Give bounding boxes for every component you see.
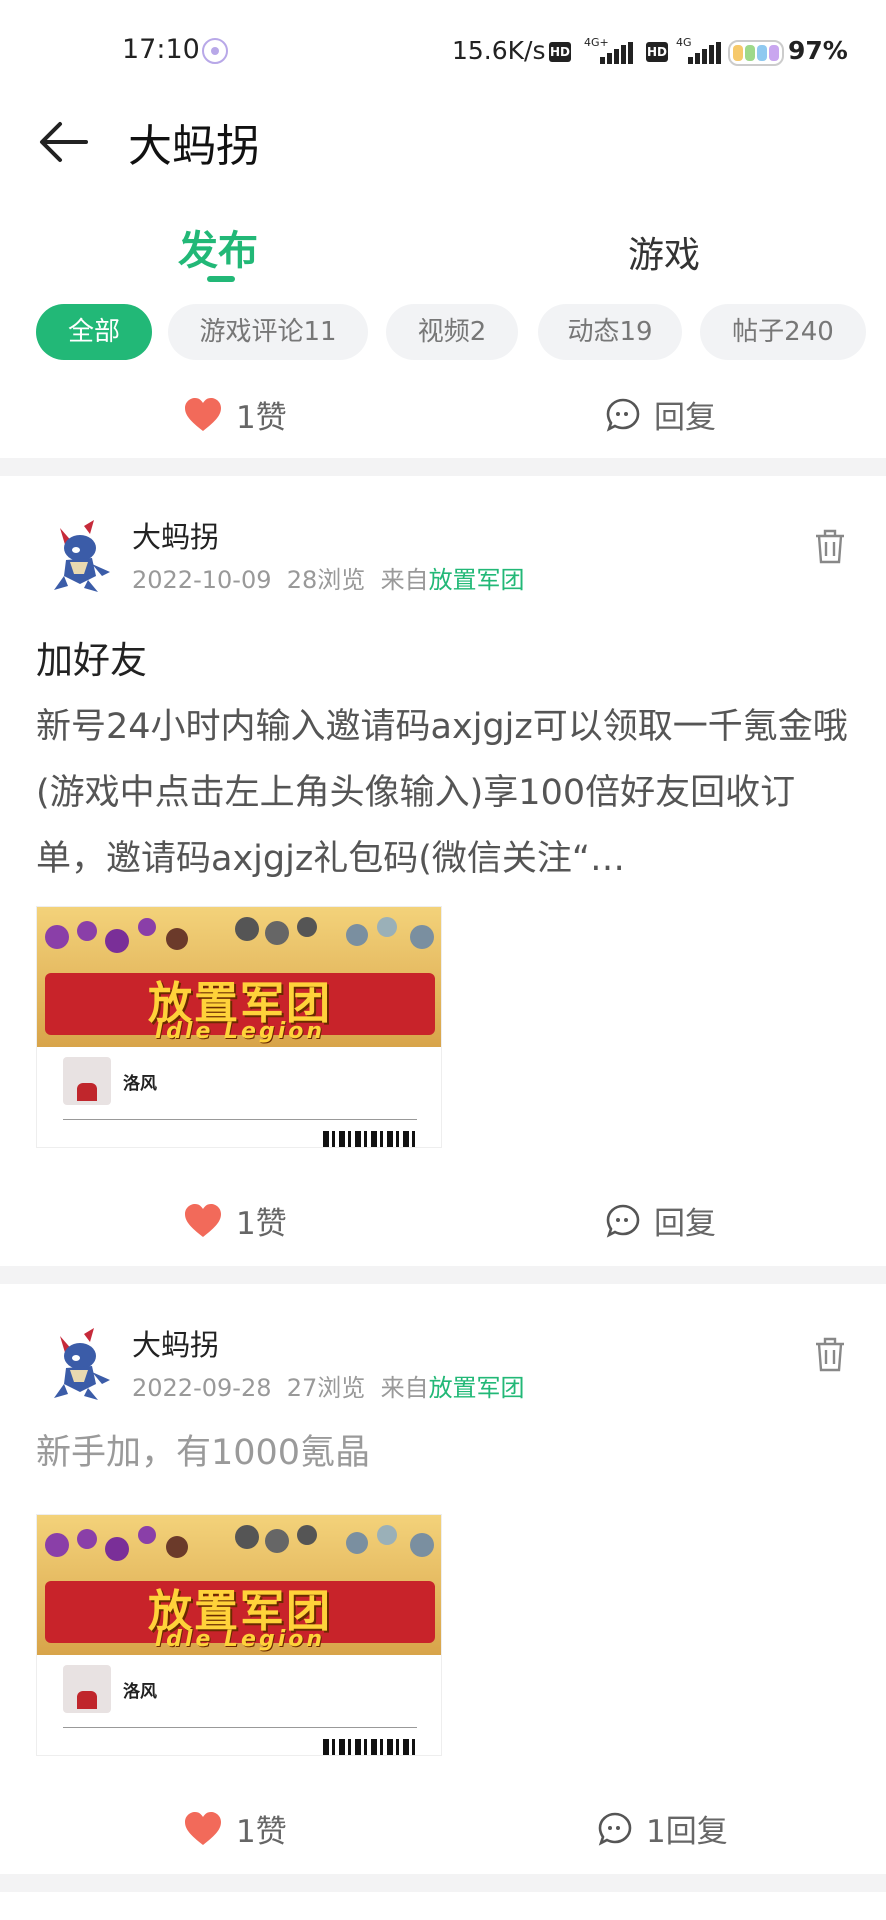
like-count: 1赞	[236, 1206, 287, 1242]
post-actions: 1赞 1回复	[0, 1792, 886, 1872]
network-speed: 15.6K/s	[452, 36, 546, 65]
post-title[interactable]: 加好友	[36, 630, 147, 684]
chip-moments[interactable]: 动态19	[538, 304, 682, 360]
post-meta: 2022-10-09 28浏览 来自放置军团	[132, 560, 525, 595]
thumb-user-avatar	[63, 1057, 111, 1105]
thumb-divider	[63, 1727, 417, 1728]
like-count: 1赞	[236, 1814, 287, 1850]
post-actions: 1赞 回复	[0, 378, 886, 458]
reply-button[interactable]: 回复	[606, 1198, 716, 1243]
comment-icon	[598, 1812, 632, 1846]
trash-icon[interactable]	[814, 1336, 846, 1372]
notification-icon	[202, 38, 228, 64]
author-name[interactable]: 大蚂拐	[132, 1322, 219, 1364]
author-name[interactable]: 大蚂拐	[132, 514, 219, 556]
heart-icon	[185, 1811, 221, 1845]
signal-icon	[684, 42, 721, 64]
chip-videos[interactable]: 视频2	[386, 304, 518, 360]
qr-code	[323, 1131, 417, 1147]
post-date: 2022-10-09	[132, 566, 272, 594]
trash-icon[interactable]	[814, 528, 846, 564]
post-body[interactable]: 新号24小时内输入邀请码axjgjz可以领取一千氪金哦(游戏中点击左上角头像输入…	[36, 694, 848, 892]
reply-label: 回复	[654, 1206, 716, 1242]
like-button[interactable]: 1赞	[184, 1806, 287, 1851]
page-title: 大蚂拐	[128, 121, 260, 172]
back-arrow-icon[interactable]	[36, 114, 92, 170]
source-link[interactable]: 放置军团	[429, 1374, 525, 1402]
game-logo-en: Idle Legion	[154, 1627, 326, 1652]
post-date: 2022-09-28	[132, 1374, 272, 1402]
post-body[interactable]: 新手加，有1000氪晶	[36, 1420, 848, 1486]
header: 大蚂拐	[0, 100, 886, 190]
source-prefix: 来自	[380, 1374, 429, 1402]
post-meta: 2022-09-28 27浏览 来自放置军团	[132, 1368, 525, 1403]
game-logo-en: Idle Legion	[154, 1019, 326, 1044]
status-bar: 17:10 15.6K/s HD 4G+ HD 4G 97%	[0, 0, 886, 100]
heart-icon	[185, 1203, 221, 1237]
tab-games[interactable]: 游戏	[628, 226, 700, 278]
thumb-user-avatar	[63, 1665, 111, 1713]
tab-publish[interactable]: 发布	[178, 218, 258, 276]
chip-game-reviews[interactable]: 游戏评论11	[168, 304, 368, 360]
thumb-user-name: 洛风	[123, 1682, 157, 1702]
reply-button[interactable]: 回复	[606, 392, 716, 437]
qr-code	[323, 1739, 417, 1755]
reply-button[interactable]: 1回复	[598, 1806, 728, 1851]
tab-indicator	[207, 276, 235, 282]
like-button[interactable]: 1赞	[184, 392, 287, 437]
post-actions: 1赞 回复	[0, 1184, 886, 1264]
source-prefix: 来自	[380, 566, 429, 594]
post-divider	[0, 1266, 886, 1284]
battery-icon	[728, 40, 784, 66]
post-image[interactable]: 放置军团 Idle Legion 洛风	[36, 906, 442, 1148]
chip-all[interactable]: 全部	[36, 304, 152, 360]
heart-icon	[185, 397, 221, 431]
post-divider	[0, 1874, 886, 1892]
battery-percent: 97%	[788, 36, 848, 65]
thumb-divider	[63, 1119, 417, 1120]
chip-posts[interactable]: 帖子240	[700, 304, 866, 360]
like-count: 1赞	[236, 400, 287, 436]
like-button[interactable]: 1赞	[184, 1198, 287, 1243]
thumb-user-name: 洛风	[123, 1074, 157, 1094]
post-header: 大蚂拐 2022-09-28 27浏览 来自放置军团	[0, 1322, 886, 1422]
hd-icon: HD	[549, 42, 571, 62]
comment-icon	[606, 398, 640, 432]
comment-icon	[606, 1204, 640, 1238]
post-views: 27浏览	[286, 1374, 366, 1402]
post-views: 28浏览	[286, 566, 366, 594]
source-link[interactable]: 放置军团	[429, 566, 525, 594]
user-avatar[interactable]	[36, 514, 120, 598]
reply-label: 1回复	[646, 1814, 728, 1850]
post-header: 大蚂拐 2022-10-09 28浏览 来自放置军团	[0, 514, 886, 614]
filter-chips: 全部 游戏评论11 视频2 动态19 帖子240	[0, 304, 886, 362]
status-time: 17:10	[122, 34, 200, 65]
post-divider	[0, 458, 886, 476]
user-avatar[interactable]	[36, 1322, 120, 1406]
reply-label: 回复	[654, 400, 716, 436]
signal-icon	[596, 42, 633, 64]
tab-bar: 发布 游戏	[0, 210, 886, 290]
hd-icon: HD	[646, 42, 668, 62]
post-image[interactable]: 放置军团 Idle Legion 洛风	[36, 1514, 442, 1756]
